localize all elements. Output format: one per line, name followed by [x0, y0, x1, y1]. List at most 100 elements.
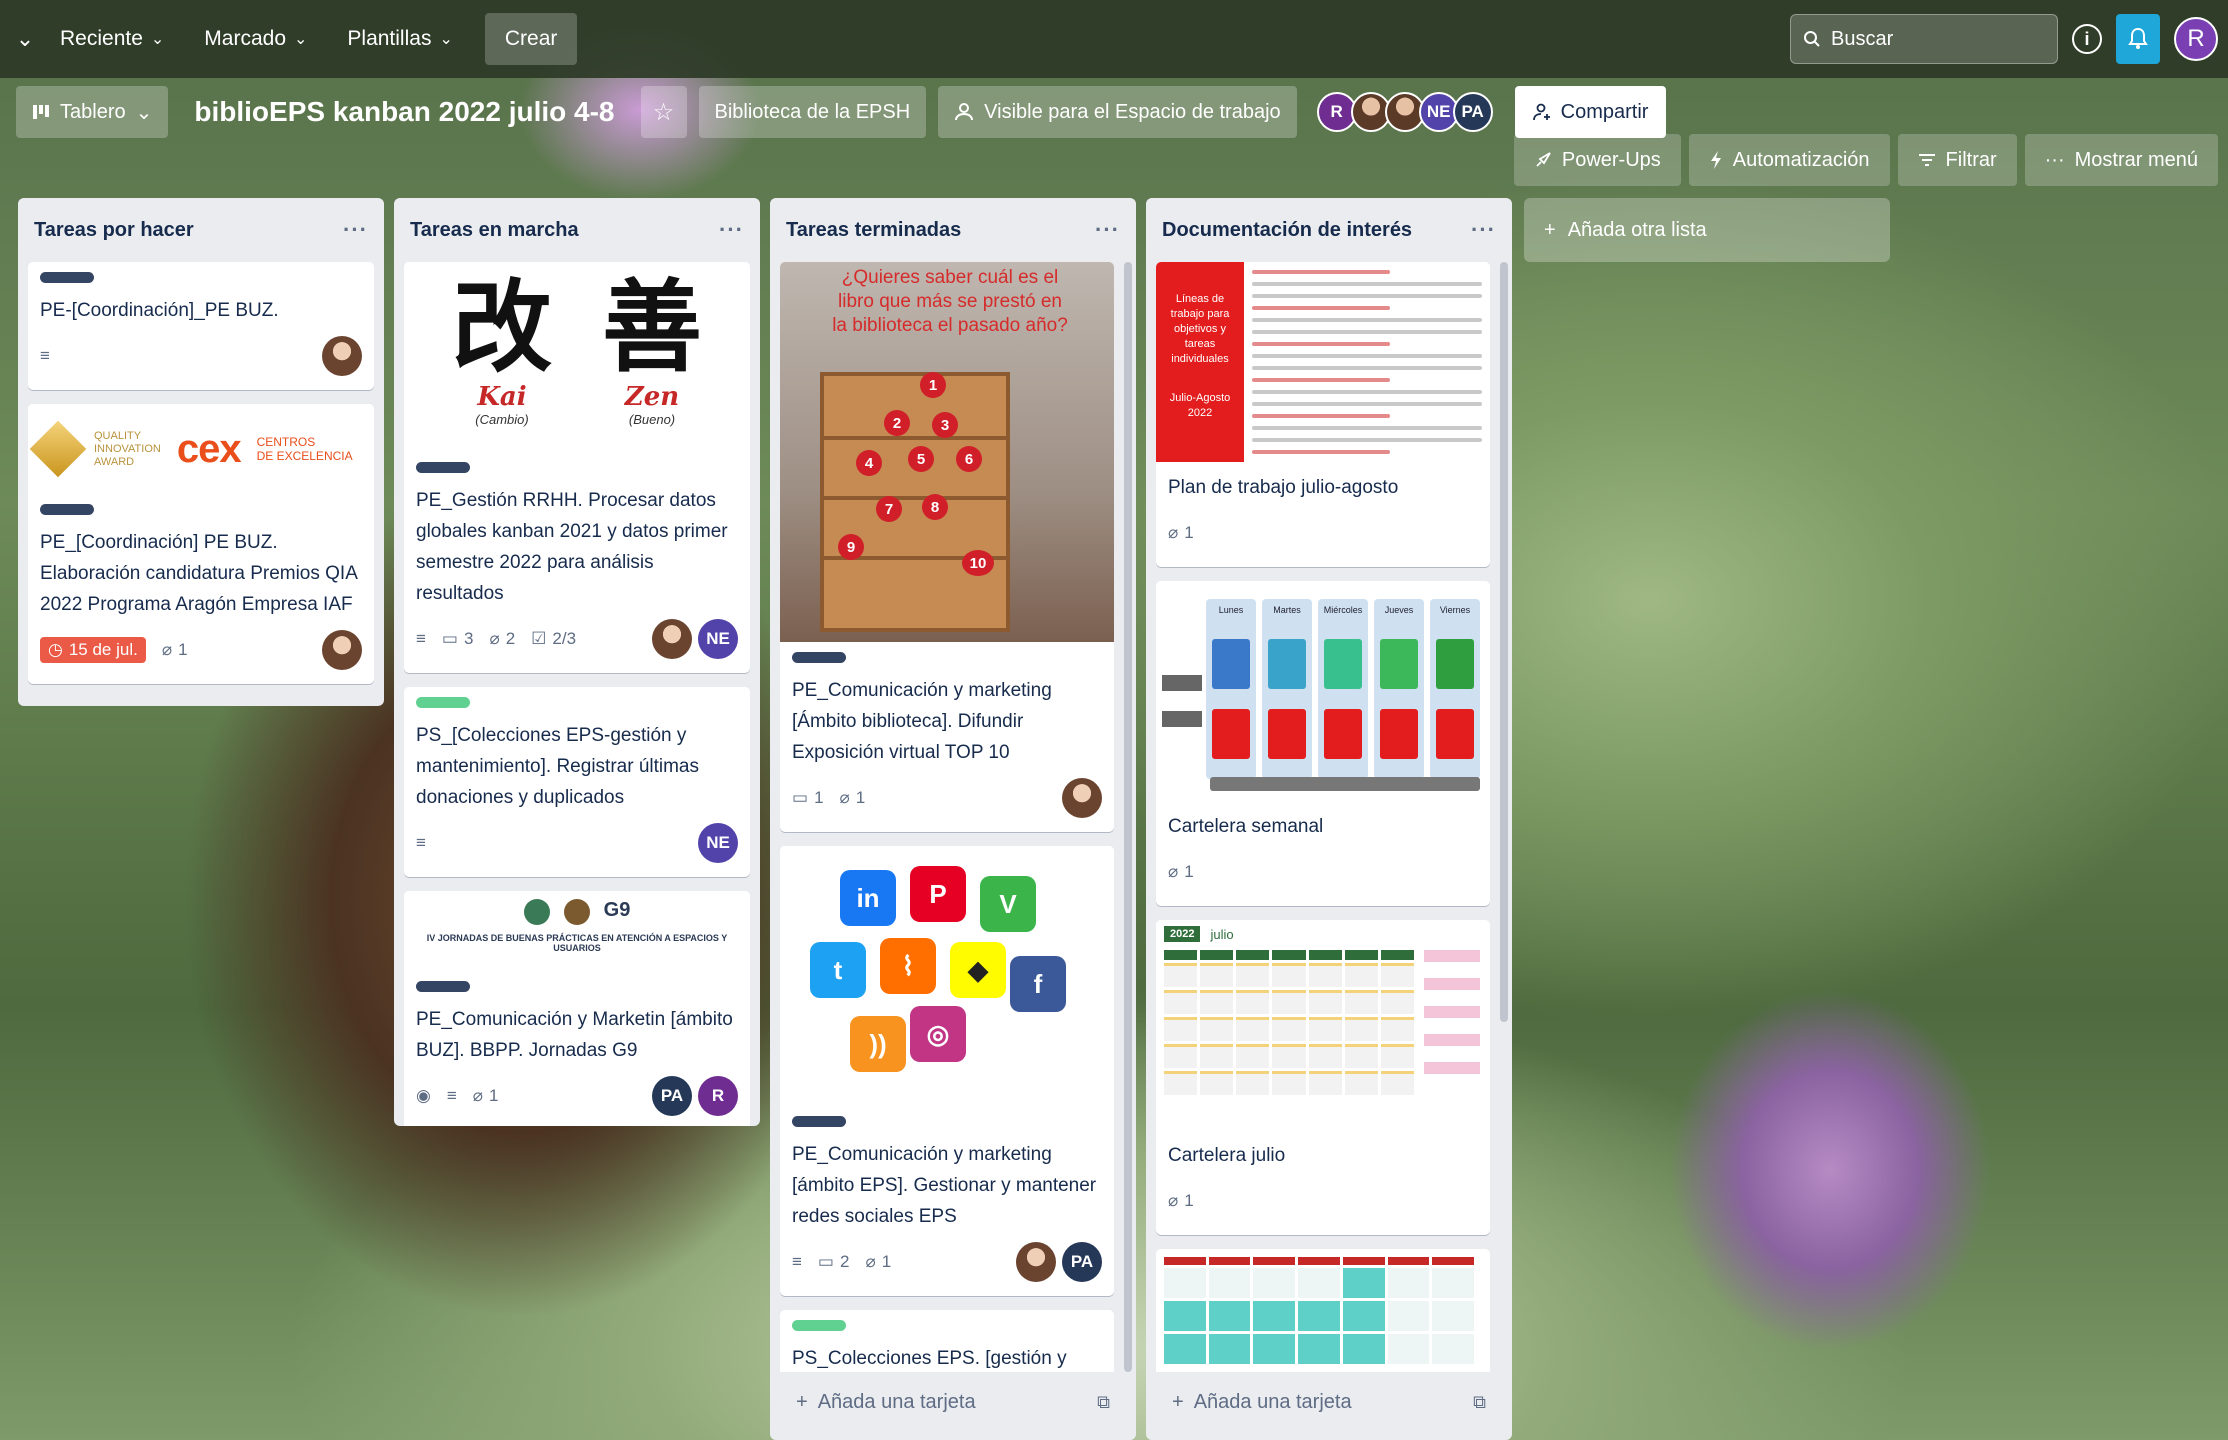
card-members — [322, 630, 362, 670]
qia-line: INNOVATION — [94, 442, 161, 455]
visibility-button[interactable]: Visible para el Espacio de trabajo — [938, 86, 1297, 138]
card-label[interactable] — [416, 981, 470, 992]
template-icon[interactable]: ⧉ — [1097, 1392, 1110, 1413]
menu-starred[interactable]: Marcado ⌄ — [184, 13, 327, 65]
card-members: PA — [1016, 1242, 1102, 1282]
rocket-icon — [1534, 151, 1552, 169]
kanji-text: 善 — [602, 268, 702, 386]
kaizen-zen: 善 Zen (Bueno) — [602, 272, 702, 452]
day-label: Martes — [1273, 605, 1301, 615]
search-box[interactable] — [1790, 14, 2058, 64]
add-card-button[interactable]: + Añada una tarjeta ⧉ — [1156, 1372, 1502, 1432]
board-title[interactable]: biblioEPS kanban 2022 julio 4-8 — [180, 96, 628, 128]
board-members: R NE PA — [1316, 92, 1493, 132]
list-cards-scroll[interactable]: Líneas de trabajo para objetivos y tarea… — [1156, 262, 1502, 1372]
member-avatar[interactable] — [322, 630, 362, 670]
attachment-icon: ⌀ — [865, 1252, 876, 1271]
card[interactable]: 改 Kai (Cambio) 善 Zen (Bueno) PE_Gestión … — [404, 262, 750, 673]
member-avatar[interactable]: PA — [652, 1076, 692, 1116]
account-avatar[interactable]: R — [2174, 17, 2218, 61]
share-button[interactable]: Compartir — [1514, 86, 1667, 138]
day-label: Viernes — [1439, 605, 1471, 615]
attachment-badge: ⌀ 1 — [1168, 1191, 1194, 1211]
card[interactable]: Líneas de trabajo para objetivos y tarea… — [1156, 262, 1490, 567]
list-title[interactable]: Documentación de interés — [1162, 219, 1412, 242]
member-avatar[interactable] — [1016, 1242, 1056, 1282]
board-view-switcher[interactable]: Tablero ⌄ — [16, 86, 169, 138]
card-badges: ⌀ 1 — [1168, 1179, 1478, 1223]
list-title[interactable]: Tareas en marcha — [410, 219, 579, 242]
search-input[interactable] — [1831, 27, 2031, 51]
list-menu-icon[interactable]: ··· — [343, 217, 368, 243]
member-avatar[interactable] — [1062, 778, 1102, 818]
list-menu-icon[interactable]: ··· — [1095, 217, 1120, 243]
card[interactable]: PE-[Coordinación]_PE BUZ. ≡ — [28, 262, 374, 390]
add-list-button[interactable]: + Añada otra lista — [1524, 198, 1890, 262]
notifications-button[interactable] — [2116, 14, 2160, 64]
list-scrollbar[interactable] — [1124, 262, 1132, 1372]
card-label[interactable] — [792, 1116, 846, 1127]
card-label[interactable] — [792, 652, 846, 663]
star-button[interactable]: ☆ — [640, 86, 687, 138]
card-label[interactable] — [40, 272, 94, 283]
ellipsis-icon: ··· — [2044, 148, 2065, 171]
attachment-count: 1 — [1184, 862, 1194, 881]
card-cover-calendar — [1156, 1249, 1490, 1372]
automation-button[interactable]: Automatización — [1688, 134, 1890, 186]
cover-question-text: ¿Quieres saber cuál es el libro que más … — [832, 267, 1068, 336]
account-avatar-initial: R — [2187, 25, 2205, 52]
apps-chevron-icon[interactable]: ⌄ — [10, 26, 40, 52]
filter-button[interactable]: Filtrar — [1897, 134, 2017, 186]
romaji-text: Kai — [477, 382, 527, 412]
add-card-button[interactable]: + Añada una tarjeta ⧉ — [780, 1372, 1126, 1432]
menu-templates[interactable]: Plantillas ⌄ — [327, 13, 472, 65]
create-button[interactable]: Crear — [484, 13, 578, 65]
card-label[interactable] — [40, 504, 94, 515]
list-menu-icon[interactable]: ··· — [719, 217, 744, 243]
card[interactable]: PS_Colecciones EPS. [gestión y mantenimi… — [780, 1310, 1114, 1372]
facebook-icon: in — [840, 870, 896, 926]
card[interactable]: G9 IV JORNADAS DE BUENAS PRÁCTICAS EN AT… — [404, 891, 750, 1126]
list-title[interactable]: Tareas por hacer — [34, 219, 194, 242]
member-avatar[interactable]: PA — [1452, 92, 1493, 132]
card[interactable] — [1156, 1249, 1490, 1372]
add-card-button[interactable]: + Añada una tarjeta ⧉ — [28, 698, 374, 706]
checklist-count: 2/3 — [552, 629, 577, 648]
card-label[interactable] — [416, 697, 470, 708]
card[interactable]: 2022 julio Cartelera julio ⌀ 1 — [1156, 920, 1490, 1235]
member-avatar[interactable] — [652, 619, 692, 659]
plus-icon: + — [796, 1390, 808, 1413]
due-date-text: 15 de jul. — [68, 640, 138, 659]
card-label[interactable] — [416, 462, 470, 473]
member-avatar[interactable]: PA — [1062, 1242, 1102, 1282]
description-icon: ≡ — [416, 833, 426, 852]
card[interactable]: Lunes Martes Miércoles Jueves Viernes Ca… — [1156, 581, 1490, 906]
due-date-badge[interactable]: ◷ 15 de jul. — [40, 637, 146, 663]
member-avatar[interactable]: R — [698, 1076, 738, 1116]
attachment-icon: ⌀ — [839, 788, 850, 807]
comment-icon: ▭ — [792, 788, 809, 807]
menu-recent[interactable]: Reciente ⌄ — [40, 13, 184, 65]
member-avatar[interactable] — [322, 336, 362, 376]
list-menu-icon[interactable]: ··· — [1471, 217, 1496, 243]
card[interactable]: in P V t ⌇ ◆ f ◎ )) PE_Comunicación y ma… — [780, 846, 1114, 1296]
bolt-icon — [1709, 150, 1723, 170]
attachment-badge: ⌀ 1 — [1168, 523, 1194, 543]
day-column: Jueves — [1374, 599, 1424, 779]
member-avatar[interactable]: NE — [698, 619, 738, 659]
card[interactable]: ¿Quieres saber cuál es el libro que más … — [780, 262, 1114, 832]
template-icon[interactable]: ⧉ — [1473, 1392, 1486, 1413]
list-scrollbar[interactable] — [1500, 262, 1508, 1022]
show-menu-button[interactable]: ··· Mostrar menú — [2024, 134, 2218, 186]
card-badges: ⌀ 1 — [1168, 511, 1478, 555]
card[interactable]: QUALITY INNOVATION AWARD cex CENTROS DE … — [28, 404, 374, 684]
powerups-button[interactable]: Power-Ups — [1513, 134, 1681, 186]
card[interactable]: PS_[Colecciones EPS-gestión y mantenimie… — [404, 687, 750, 877]
list-cards-scroll[interactable]: ¿Quieres saber cuál es el libro que más … — [780, 262, 1126, 1372]
instagram-icon: ◎ — [910, 1006, 966, 1062]
info-icon[interactable]: i — [2072, 24, 2102, 54]
member-avatar[interactable]: NE — [698, 823, 738, 863]
list-title[interactable]: Tareas terminadas — [786, 219, 961, 242]
workspace-button[interactable]: Biblioteca de la EPSH — [698, 86, 927, 138]
card-label[interactable] — [792, 1320, 846, 1331]
